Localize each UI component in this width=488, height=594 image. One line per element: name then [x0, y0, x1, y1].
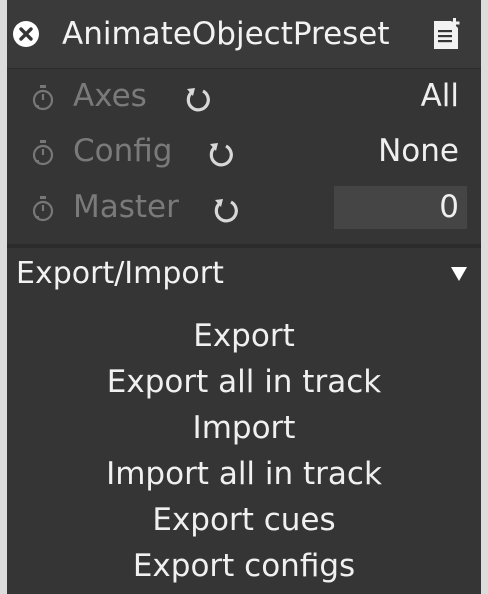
master-value: 0 [439, 189, 459, 225]
param-row-config: Config None [7, 127, 481, 177]
config-value[interactable]: None [378, 131, 459, 171]
export-button[interactable]: Export [7, 313, 481, 359]
preset-header: AnimateObjectPreset [7, 0, 481, 69]
param-label-master: Master [73, 189, 179, 225]
export-cues-button[interactable]: Export cues [7, 497, 481, 543]
stopwatch-icon[interactable] [31, 140, 55, 166]
section-title: Export/Import [16, 256, 224, 291]
stopwatch-icon[interactable] [31, 196, 55, 222]
export-import-section-header[interactable]: Export/Import [7, 248, 481, 300]
export-configs-button[interactable]: Export configs [7, 543, 481, 589]
reset-icon[interactable] [210, 194, 240, 224]
import-all-in-track-button[interactable]: Import all in track [7, 451, 481, 497]
inspector-panel: AnimateObjectPreset Axes All Config None… [7, 0, 481, 594]
axes-value[interactable]: All [421, 76, 459, 116]
master-input[interactable]: 0 [334, 186, 467, 229]
close-icon[interactable] [12, 20, 40, 48]
reset-icon[interactable] [205, 138, 235, 168]
reset-icon[interactable] [182, 83, 212, 113]
param-label-config: Config [73, 133, 173, 169]
param-row-axes: Axes All [7, 72, 481, 122]
preset-title: AnimateObjectPreset [62, 16, 390, 52]
param-row-master: Master 0 [7, 183, 481, 233]
stopwatch-icon[interactable] [31, 85, 55, 111]
param-label-axes: Axes [73, 78, 147, 114]
triangle-down-icon[interactable] [450, 266, 468, 282]
export-all-in-track-button[interactable]: Export all in track [7, 359, 481, 405]
import-button[interactable]: Import [7, 405, 481, 451]
preset-menu-icon[interactable] [428, 17, 464, 53]
export-import-actions: Export Export all in track Import Import… [7, 313, 481, 589]
